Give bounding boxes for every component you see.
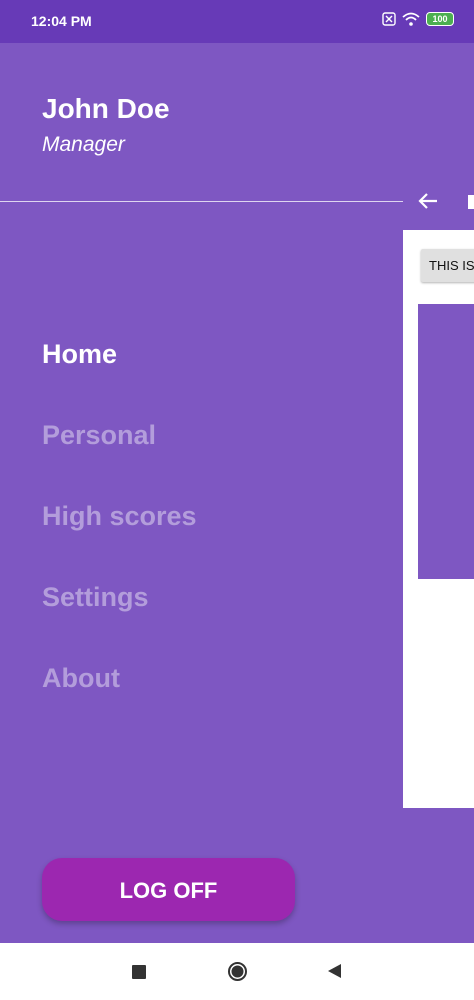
log-off-button[interactable]: LOG OFF <box>42 858 295 921</box>
battery-icon: 100 <box>426 12 454 26</box>
status-icons: 100 <box>382 12 454 26</box>
wifi-icon <box>402 12 420 26</box>
header-divider <box>0 201 403 202</box>
menu-item-settings[interactable]: Settings <box>42 582 197 663</box>
recents-icon[interactable] <box>132 965 146 979</box>
user-role: Manager <box>42 133 125 156</box>
home-icon[interactable] <box>227 961 248 982</box>
back-icon[interactable] <box>326 963 342 979</box>
menu-item-about[interactable]: About <box>42 663 197 744</box>
menu-item-home[interactable]: Home <box>42 339 197 420</box>
drawer-menu: Home Personal High scores Settings About <box>42 339 197 744</box>
sim-off-icon <box>382 12 396 26</box>
toolbar-title-fragment <box>468 195 474 209</box>
back-arrow-icon[interactable] <box>417 190 439 212</box>
menu-item-high-scores[interactable]: High scores <box>42 501 197 582</box>
main-content-card: THIS IS <box>403 230 474 808</box>
menu-item-personal[interactable]: Personal <box>42 420 197 501</box>
system-nav-bar <box>0 943 474 1000</box>
status-bar: 12:04 PM 100 <box>0 0 474 43</box>
user-name: John Doe <box>42 93 170 124</box>
info-chip[interactable]: THIS IS <box>421 249 474 282</box>
content-banner <box>418 304 474 579</box>
status-time: 12:04 PM <box>31 13 92 29</box>
